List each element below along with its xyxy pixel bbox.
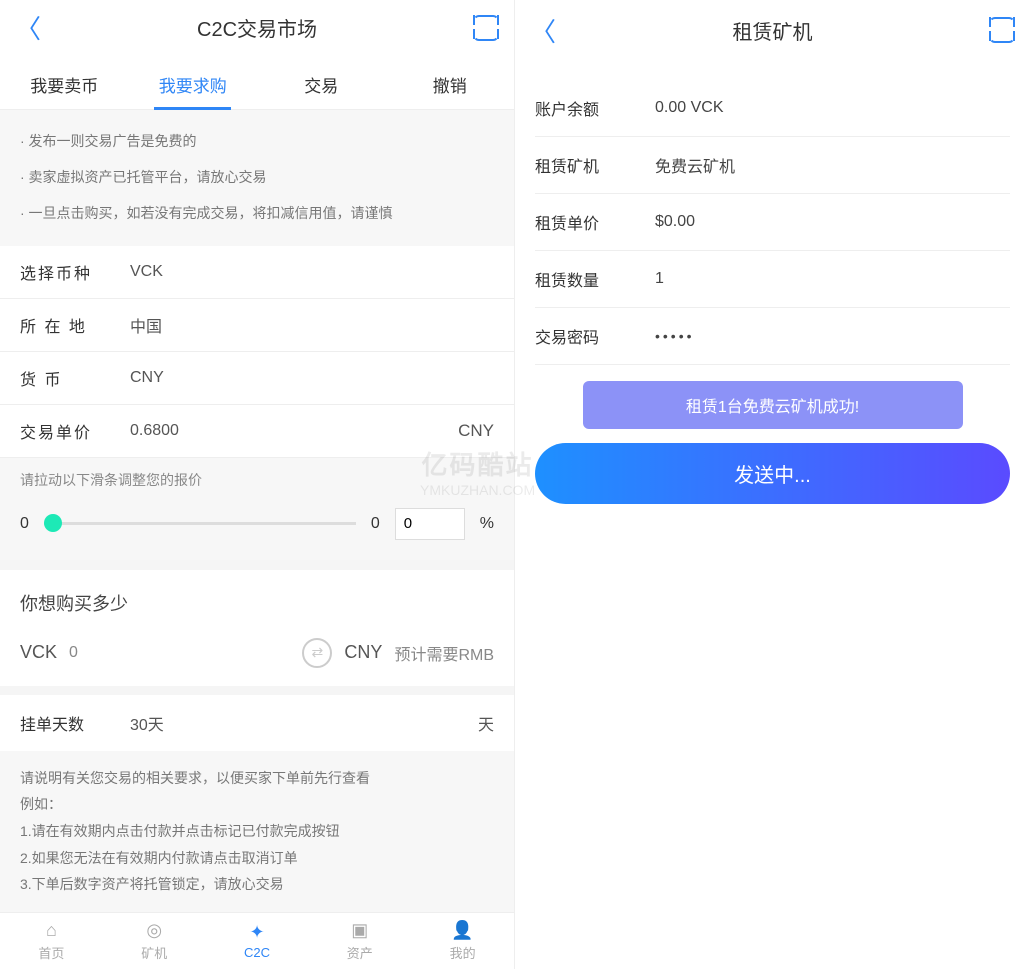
value: 0.6800 (130, 422, 458, 440)
row-price: 租赁单价 $0.00 (535, 194, 1010, 251)
success-toast: 租赁1台免费云矿机成功! (583, 381, 963, 429)
instr-line: 1.请在有效期内点击付款并点击标记已付款完成按钮 (20, 818, 494, 845)
row-balance: 账户余额 0.00 VCK (535, 80, 1010, 137)
notice-line: · 卖家虚拟资产已托管平台，请放心交易 (20, 166, 494, 190)
label: 租赁矿机 (535, 153, 655, 177)
value: 0.00 VCK (655, 99, 1010, 117)
notice-line: · 发布一则交易广告是免费的 (20, 130, 494, 154)
user-icon: 👤 (451, 920, 473, 941)
vck-label: VCK (20, 642, 57, 663)
slider-row: 0 0 % (0, 498, 514, 560)
submit-button[interactable]: 发送中... (535, 443, 1010, 504)
label: 货 币 (20, 366, 130, 390)
buy-row: VCK 0 ⇄ CNY 预计需要RMB (0, 628, 514, 686)
instr-line: 3.下单后数字资产将托管锁定，请放心交易 (20, 871, 494, 898)
percent-suffix: % (480, 515, 494, 533)
tab-trade[interactable]: 交易 (257, 60, 386, 109)
scan-icon[interactable] (989, 17, 1015, 43)
tab-sell[interactable]: 我要卖币 (0, 60, 129, 109)
nav-c2c[interactable]: ✦C2C (206, 913, 309, 969)
label: 交易单价 (20, 419, 130, 443)
label: 交易密码 (535, 324, 655, 348)
right-header: 〈 租赁矿机 (515, 0, 1030, 60)
nav-assets[interactable]: ▣资产 (308, 913, 411, 969)
row-location[interactable]: 所 在 地 中国 (0, 299, 514, 352)
value: 中国 (130, 313, 494, 337)
slider-max: 0 (371, 515, 380, 533)
c2c-icon: ✦ (249, 922, 264, 943)
value: $0.00 (655, 213, 1010, 231)
value: 1 (655, 270, 1010, 288)
slider-hint: 请拉动以下滑条调整您的报价 (0, 458, 514, 498)
label: 所 在 地 (20, 313, 130, 337)
notice-block: · 发布一则交易广告是免费的 · 卖家虚拟资产已托管平台，请放心交易 · 一旦点… (0, 110, 514, 245)
days-row[interactable]: 挂单天数 30天 天 (0, 695, 514, 751)
vck-value[interactable]: 0 (69, 644, 78, 662)
page-title: C2C交易市场 (41, 13, 473, 42)
suffix: CNY (458, 421, 494, 441)
miner-icon: ◎ (146, 920, 162, 941)
cny-label: CNY (344, 642, 382, 663)
tab-cancel[interactable]: 撤销 (386, 60, 515, 109)
value: CNY (130, 369, 494, 387)
left-header: 〈 C2C交易市场 (0, 0, 514, 55)
notice-line: · 一旦点击购买，如若没有完成交易，将扣减信用值，请谨慎 (20, 202, 494, 226)
page-title: 租赁矿机 (556, 16, 989, 45)
instr-line: 请说明有关您交易的相关要求，以便买家下单前先行查看 (20, 765, 494, 792)
row-fiat[interactable]: 货 币 CNY (0, 352, 514, 405)
percent-input[interactable] (395, 508, 465, 540)
scan-icon[interactable] (473, 15, 499, 41)
row-price[interactable]: 交易单价 0.6800 CNY (0, 405, 514, 458)
nav-miner[interactable]: ◎矿机 (103, 913, 206, 969)
days-unit: 天 (478, 711, 494, 735)
days-label: 挂单天数 (20, 711, 130, 735)
tab-buy[interactable]: 我要求购 (129, 60, 258, 109)
slider-track[interactable] (44, 522, 356, 525)
instr-line: 例如： (20, 791, 494, 818)
label: 租赁数量 (535, 267, 655, 291)
instructions: 请说明有关您交易的相关要求，以便买家下单前先行查看 例如： 1.请在有效期内点击… (0, 751, 514, 912)
buy-title: 你想购买多少 (0, 560, 514, 628)
row-machine[interactable]: 租赁矿机 免费云矿机 (535, 137, 1010, 194)
label: 租赁单价 (535, 210, 655, 234)
label: 选择币种 (20, 260, 130, 284)
instr-line: 2.如果您无法在有效期内付款请点击取消订单 (20, 845, 494, 872)
value: 免费云矿机 (655, 153, 1010, 177)
days-value: 30天 (130, 711, 478, 735)
password-field[interactable]: ••••• (655, 328, 1010, 344)
row-currency[interactable]: 选择币种 VCK (0, 246, 514, 299)
slider-min: 0 (20, 515, 29, 533)
row-quantity[interactable]: 租赁数量 1 (535, 251, 1010, 308)
label: 账户余额 (535, 96, 655, 120)
value: VCK (130, 263, 494, 281)
form-section: 选择币种 VCK 所 在 地 中国 货 币 CNY 交易单价 0.6800 CN… (0, 246, 514, 458)
right-form: 账户余额 0.00 VCK 租赁矿机 免费云矿机 租赁单价 $0.00 租赁数量… (515, 60, 1030, 969)
rmb-estimate: 预计需要RMB (394, 641, 494, 665)
back-icon[interactable]: 〈 (15, 9, 41, 46)
assets-icon: ▣ (351, 920, 368, 941)
bottom-nav: ⌂首页 ◎矿机 ✦C2C ▣资产 👤我的 (0, 912, 514, 969)
slider-thumb[interactable] (44, 514, 62, 532)
tabs: 我要卖币 我要求购 交易 撤销 (0, 55, 514, 110)
nav-mine[interactable]: 👤我的 (411, 913, 514, 969)
swap-icon[interactable]: ⇄ (302, 638, 332, 668)
nav-home[interactable]: ⌂首页 (0, 913, 103, 969)
home-icon: ⌂ (46, 920, 57, 941)
back-icon[interactable]: 〈 (530, 12, 556, 49)
row-password[interactable]: 交易密码 ••••• (535, 308, 1010, 365)
